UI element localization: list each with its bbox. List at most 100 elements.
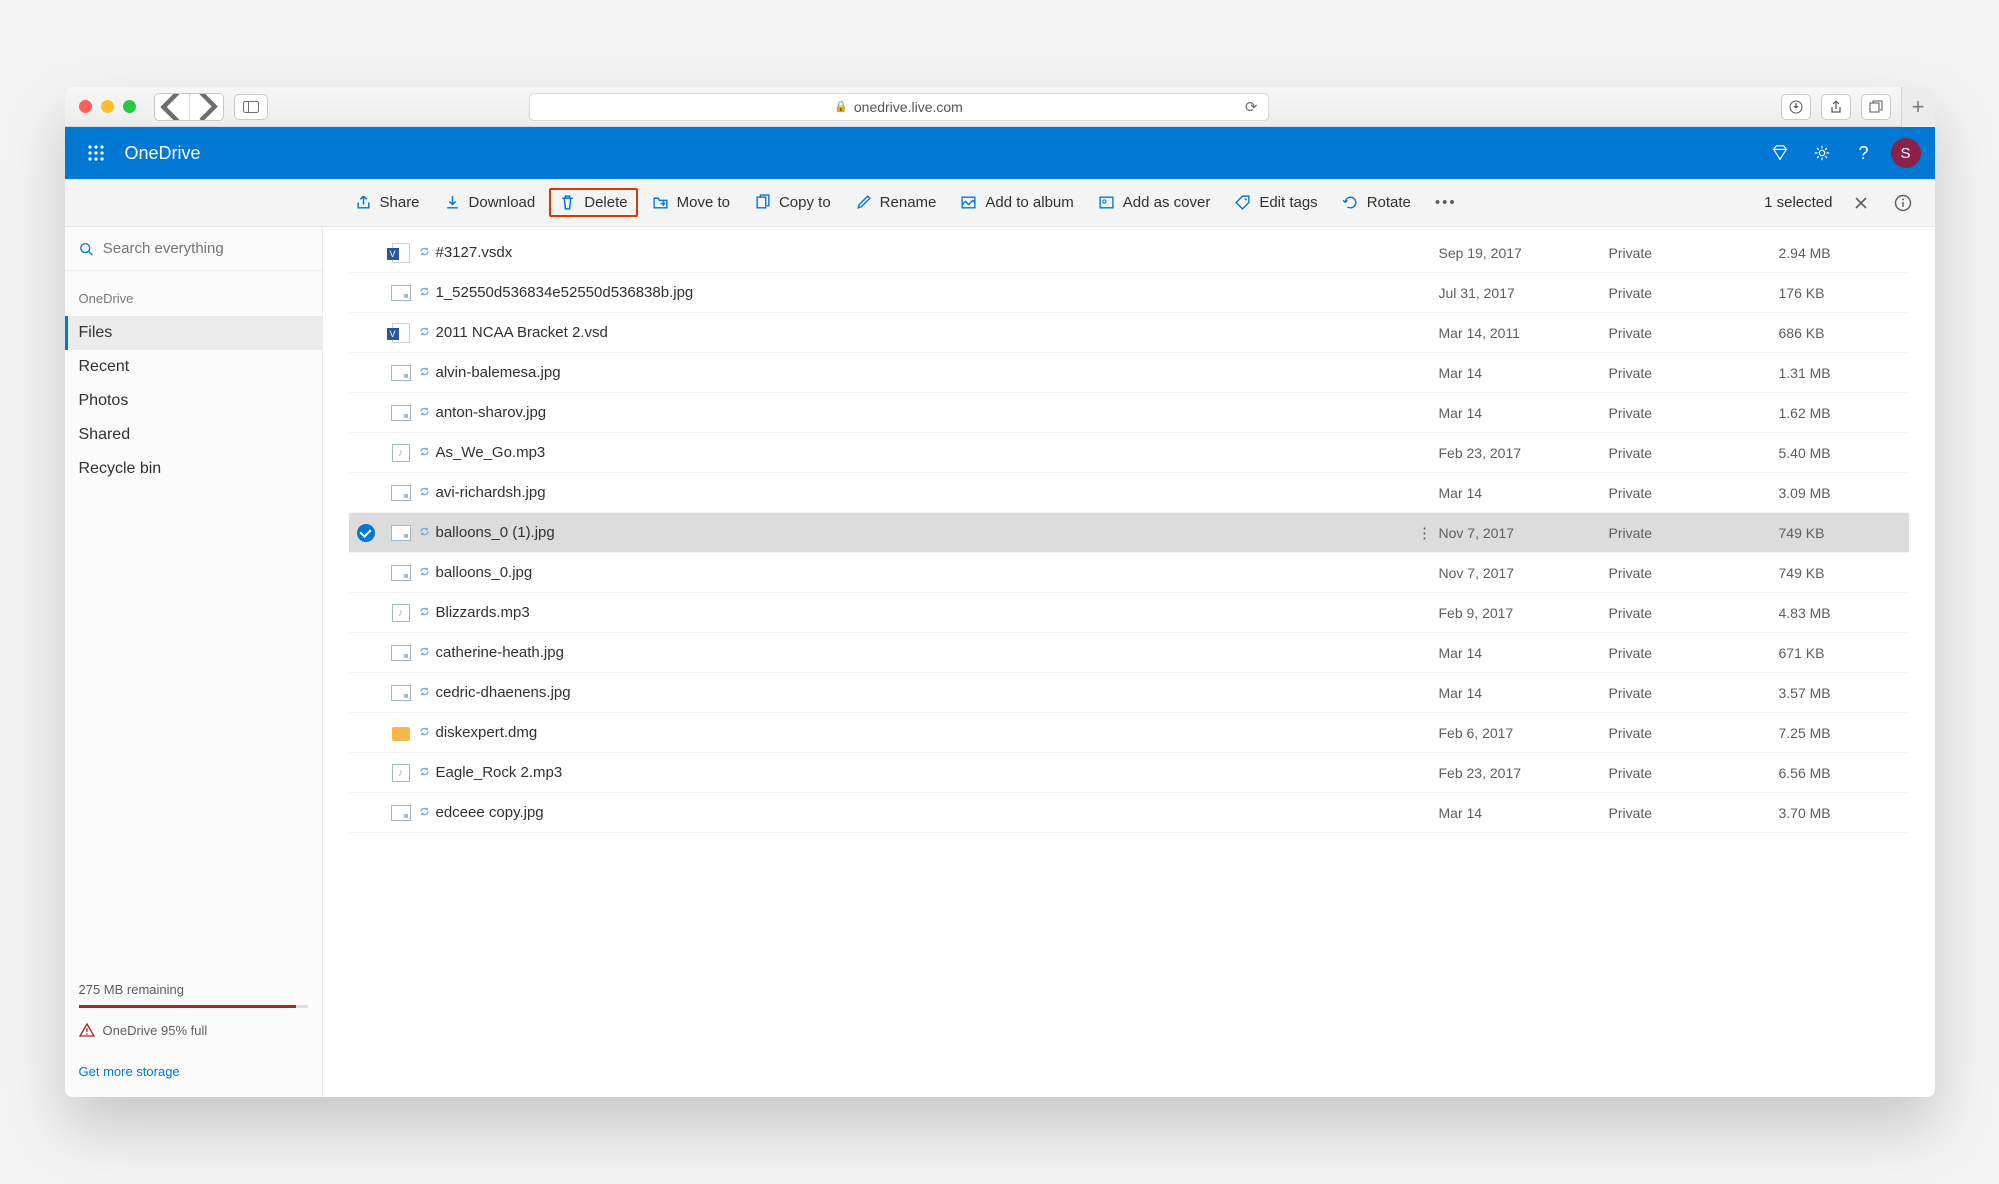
rotate-action[interactable]: Rotate: [1332, 188, 1421, 217]
file-name-cell[interactable]: alvin-balemesa.jpg: [419, 364, 1411, 381]
app-launcher-button[interactable]: [79, 136, 113, 170]
file-sharing: Private: [1609, 365, 1779, 381]
selection-count: 1 selected: [1764, 194, 1832, 211]
details-pane-button[interactable]: [1889, 189, 1917, 217]
download-action[interactable]: Download: [434, 188, 546, 217]
gear-icon: [1813, 144, 1831, 162]
file-name-cell[interactable]: As_We_Go.mp3: [419, 444, 1411, 461]
file-name-cell[interactable]: edceee copy.jpg: [419, 804, 1411, 821]
address-bar[interactable]: 🔒 onedrive.live.com ⟳: [529, 93, 1269, 121]
file-type-icon: [383, 805, 419, 821]
minimize-window-button[interactable]: [101, 100, 114, 113]
file-row[interactable]: balloons_0.jpg⋮Nov 7, 2017Private749 KB: [349, 553, 1909, 593]
account-avatar[interactable]: S: [1891, 138, 1921, 168]
forward-button[interactable]: [189, 94, 223, 120]
copy-label: Copy to: [779, 194, 831, 211]
storage-full-text: OneDrive 95% full: [103, 1023, 208, 1038]
new-tab-button[interactable]: +: [1901, 87, 1935, 127]
file-name-cell[interactable]: avi-richardsh.jpg: [419, 484, 1411, 501]
file-modified: Mar 14: [1439, 685, 1609, 701]
content-body: OneDrive FilesRecentPhotosSharedRecycle …: [65, 227, 1935, 1097]
copy-action[interactable]: Copy to: [744, 188, 841, 217]
row-checkbox[interactable]: [349, 524, 383, 542]
file-name-cell[interactable]: catherine-heath.jpg: [419, 644, 1411, 661]
file-row[interactable]: 1_52550d536834e52550d536838b.jpg⋮Jul 31,…: [349, 273, 1909, 313]
downloads-button[interactable]: [1781, 94, 1811, 120]
premium-button[interactable]: [1759, 127, 1801, 179]
file-row[interactable]: #3127.vsdx⋮Sep 19, 2017Private2.94 MB: [349, 233, 1909, 273]
file-size: 2.94 MB: [1779, 245, 1909, 261]
file-size: 5.40 MB: [1779, 445, 1909, 461]
file-row[interactable]: balloons_0 (1).jpg⋮Nov 7, 2017Private749…: [349, 513, 1909, 553]
clear-selection-button[interactable]: [1847, 189, 1875, 217]
file-name-cell[interactable]: 2011 NCAA Bracket 2.vsd: [419, 324, 1411, 341]
image-file-icon: [391, 685, 411, 701]
settings-button[interactable]: [1801, 127, 1843, 179]
action-toolbar: Share Download Delete Move to Copy to Re…: [65, 179, 1935, 227]
tabs-button[interactable]: [1861, 94, 1891, 120]
file-name-cell[interactable]: 1_52550d536834e52550d536838b.jpg: [419, 284, 1411, 301]
fullscreen-window-button[interactable]: [123, 100, 136, 113]
file-sharing: Private: [1609, 525, 1779, 541]
sidebar-item-files[interactable]: Files: [65, 316, 322, 350]
get-more-storage-link[interactable]: Get more storage: [79, 1064, 180, 1079]
file-name-cell[interactable]: #3127.vsdx: [419, 244, 1411, 261]
image-file-icon: [391, 565, 411, 581]
file-row[interactable]: ♪As_We_Go.mp3⋮Feb 23, 2017Private5.40 MB: [349, 433, 1909, 473]
avatar-initial: S: [1900, 145, 1910, 162]
search-input[interactable]: [103, 240, 308, 257]
file-name-cell[interactable]: Blizzards.mp3: [419, 604, 1411, 621]
sidebar-item-recent[interactable]: Recent: [65, 350, 322, 384]
delete-label: Delete: [584, 194, 627, 211]
file-name: Eagle_Rock 2.mp3: [436, 764, 563, 781]
move-action[interactable]: Move to: [642, 188, 740, 217]
chrome-right-buttons: [1781, 94, 1891, 120]
file-row[interactable]: alvin-balemesa.jpg⋮Mar 14Private1.31 MB: [349, 353, 1909, 393]
file-row[interactable]: ♪Blizzards.mp3⋮Feb 9, 2017Private4.83 MB: [349, 593, 1909, 633]
file-row[interactable]: diskexpert.dmg⋮Feb 6, 2017Private7.25 MB: [349, 713, 1909, 753]
folder-move-icon: [652, 194, 669, 211]
file-row[interactable]: avi-richardsh.jpg⋮Mar 14Private3.09 MB: [349, 473, 1909, 513]
share-action[interactable]: Share: [345, 188, 430, 217]
close-window-button[interactable]: [79, 100, 92, 113]
reload-icon[interactable]: ⟳: [1245, 98, 1258, 116]
file-row[interactable]: ♪Eagle_Rock 2.mp3⋮Feb 23, 2017Private6.5…: [349, 753, 1909, 793]
file-type-icon: [383, 525, 419, 541]
trash-icon: [559, 194, 576, 211]
file-name-cell[interactable]: balloons_0.jpg: [419, 564, 1411, 581]
file-row[interactable]: anton-sharov.jpg⋮Mar 14Private1.62 MB: [349, 393, 1909, 433]
file-name-cell[interactable]: Eagle_Rock 2.mp3: [419, 764, 1411, 781]
more-actions[interactable]: •••: [1425, 188, 1467, 217]
row-menu-button[interactable]: ⋮: [1411, 524, 1439, 542]
sidebar-item-photos[interactable]: Photos: [65, 384, 322, 418]
browser-chrome: 🔒 onedrive.live.com ⟳ +: [65, 87, 1935, 127]
file-name-cell[interactable]: cedric-dhaenens.jpg: [419, 684, 1411, 701]
lock-icon: 🔒: [834, 100, 848, 113]
add-album-action[interactable]: Add to album: [950, 188, 1083, 217]
file-name-cell[interactable]: diskexpert.dmg: [419, 724, 1411, 741]
image-file-icon: [391, 405, 411, 421]
sync-icon: [419, 366, 433, 380]
file-row[interactable]: edceee copy.jpg⋮Mar 14Private3.70 MB: [349, 793, 1909, 833]
share-button[interactable]: [1821, 94, 1851, 120]
sidebar-item-recycle-bin[interactable]: Recycle bin: [65, 452, 322, 486]
file-row[interactable]: cedric-dhaenens.jpg⋮Mar 14Private3.57 MB: [349, 673, 1909, 713]
search-box[interactable]: [65, 227, 322, 271]
sync-icon: [419, 406, 433, 420]
file-row[interactable]: 2011 NCAA Bracket 2.vsd⋮Mar 14, 2011Priv…: [349, 313, 1909, 353]
file-sharing: Private: [1609, 405, 1779, 421]
sidebar-toggle-button[interactable]: [234, 94, 268, 120]
add-cover-action[interactable]: Add as cover: [1088, 188, 1221, 217]
file-name-cell[interactable]: anton-sharov.jpg: [419, 404, 1411, 421]
rename-action[interactable]: Rename: [845, 188, 947, 217]
edit-tags-action[interactable]: Edit tags: [1224, 188, 1327, 217]
waffle-icon: [87, 144, 105, 162]
delete-action[interactable]: Delete: [549, 188, 637, 217]
sidebar-item-shared[interactable]: Shared: [65, 418, 322, 452]
help-button[interactable]: ?: [1843, 127, 1885, 179]
file-name-cell[interactable]: balloons_0 (1).jpg: [419, 524, 1411, 541]
file-size: 3.70 MB: [1779, 805, 1909, 821]
back-button[interactable]: [155, 94, 189, 120]
file-row[interactable]: catherine-heath.jpg⋮Mar 14Private671 KB: [349, 633, 1909, 673]
nav-buttons: [154, 93, 224, 121]
